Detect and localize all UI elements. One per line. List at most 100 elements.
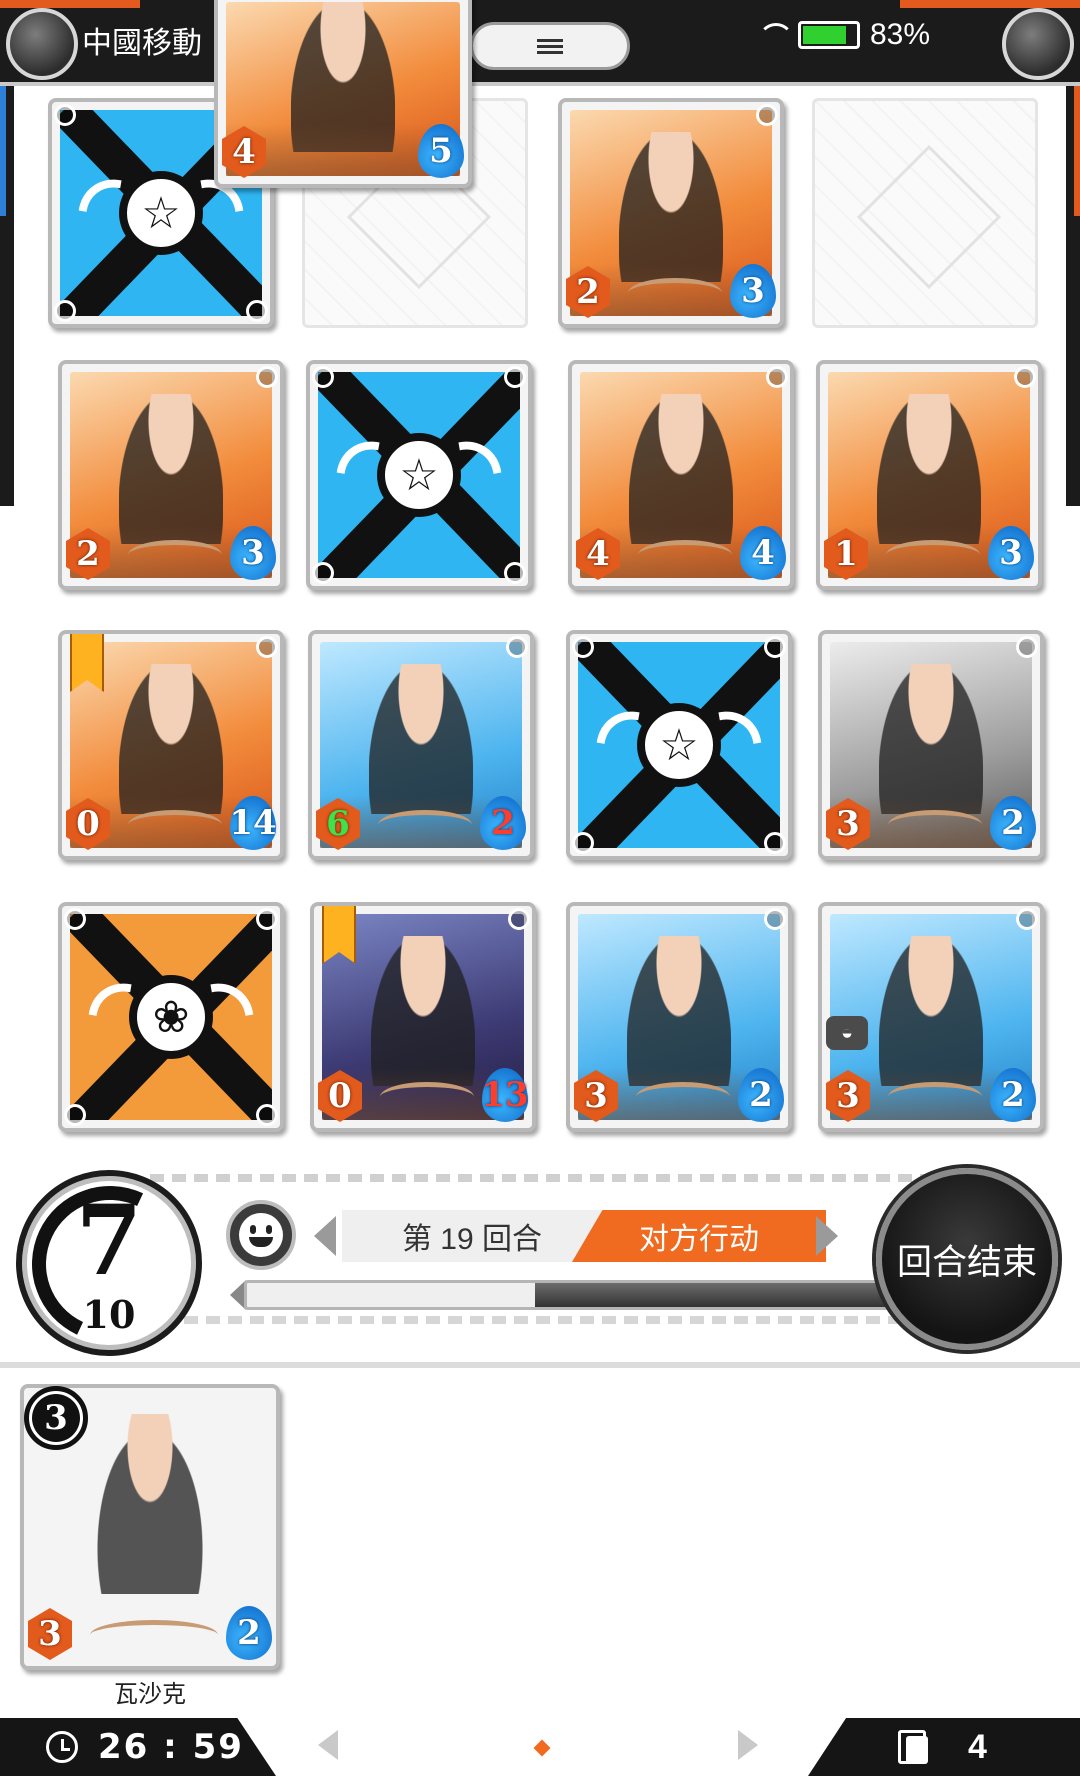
carrier-name: 中國移動 bbox=[82, 26, 202, 61]
character-portrait bbox=[371, 936, 475, 1086]
mask-icon: ◒ bbox=[826, 1016, 868, 1050]
clock-icon bbox=[46, 1731, 78, 1763]
card-back: ❀ bbox=[70, 914, 272, 1120]
mana-current: 7 bbox=[75, 1184, 143, 1297]
cost-value: 3 bbox=[32, 1394, 80, 1442]
deck-icon bbox=[898, 1730, 928, 1764]
minion-card[interactable]: 23 bbox=[58, 360, 284, 590]
card-back: ☆ bbox=[578, 642, 780, 848]
hand-page-indicator bbox=[533, 1739, 551, 1757]
minion-card[interactable]: 23 bbox=[558, 98, 784, 328]
player-emblem-left[interactable] bbox=[6, 8, 78, 80]
chevron-right-icon bbox=[816, 1216, 838, 1256]
game-clock: 26 : 59 bbox=[0, 1718, 276, 1776]
card-ornament bbox=[636, 1082, 730, 1112]
face-down-card[interactable]: ☆ bbox=[566, 630, 792, 860]
card-ornament bbox=[378, 810, 472, 840]
empty-board-slot[interactable] bbox=[812, 98, 1038, 328]
corner-star-icon bbox=[1014, 366, 1036, 388]
control-strip: 7 10 第 19 回合 对方行动 回合结束 bbox=[0, 1148, 1080, 1364]
timer-track bbox=[244, 1280, 890, 1310]
card-ornament bbox=[888, 810, 982, 840]
hand-prev-arrow-icon[interactable] bbox=[318, 1730, 338, 1760]
corner-star-icon bbox=[764, 908, 786, 930]
minion-card[interactable]: 32 bbox=[566, 902, 792, 1132]
minion-card[interactable]: 32 bbox=[818, 630, 1044, 860]
card-ornament bbox=[380, 1082, 474, 1112]
corner-star-icon bbox=[504, 366, 526, 388]
dragged-card[interactable]: 4 5 bbox=[214, 0, 472, 188]
card-ornament bbox=[128, 810, 222, 840]
character-portrait bbox=[879, 664, 983, 814]
deck-counter[interactable]: 4 bbox=[808, 1718, 1080, 1776]
mana-counter: 7 10 bbox=[10, 1164, 210, 1364]
turn-timer bbox=[230, 1274, 890, 1316]
minion-card[interactable]: 44 bbox=[568, 360, 794, 590]
frame-left-accent bbox=[0, 86, 6, 216]
battery-level bbox=[802, 26, 847, 44]
menu-icon bbox=[537, 36, 563, 57]
corner-star-icon bbox=[54, 104, 76, 126]
corner-star-icon bbox=[1016, 636, 1038, 658]
mana-max: 10 bbox=[82, 1292, 136, 1337]
hand-divider bbox=[0, 1362, 1080, 1368]
battery-percent: 83% bbox=[869, 18, 930, 51]
corner-star-icon bbox=[256, 1104, 278, 1126]
hand-card[interactable]: 3 3 2 bbox=[20, 1384, 280, 1670]
minion-card[interactable]: 0 13 bbox=[310, 902, 536, 1132]
status-bar: 中國移動 83% bbox=[0, 0, 1080, 86]
wifi-icon bbox=[757, 23, 794, 47]
turn-number: 第 19 回合 bbox=[342, 1210, 602, 1262]
battery-icon bbox=[797, 21, 860, 49]
opponent-emblem-right[interactable] bbox=[1002, 8, 1074, 80]
card-ornament bbox=[888, 1082, 982, 1112]
menu-button[interactable] bbox=[470, 22, 630, 70]
corner-star-icon bbox=[756, 104, 778, 126]
star-emblem-icon: ☆ bbox=[344, 400, 494, 550]
health-value: 13 bbox=[481, 1068, 529, 1122]
corner-star-icon bbox=[64, 908, 86, 930]
accent-strip-left bbox=[0, 0, 140, 8]
frame-right-accent bbox=[1074, 86, 1080, 216]
minion-card[interactable]: 13 bbox=[816, 360, 1042, 590]
face-down-card[interactable]: ❀ bbox=[58, 902, 284, 1132]
corner-star-icon bbox=[766, 366, 788, 388]
rail-decoration bbox=[150, 1174, 930, 1182]
corner-star-icon bbox=[256, 636, 278, 658]
character-portrait bbox=[119, 664, 223, 814]
corner-star-icon bbox=[764, 636, 786, 658]
face-down-card[interactable]: ☆ bbox=[306, 360, 532, 590]
card-ornament bbox=[128, 540, 222, 570]
bottom-bar: 26 : 59 4 bbox=[0, 1718, 1080, 1776]
corner-star-icon bbox=[246, 300, 268, 322]
card-ornament bbox=[886, 540, 980, 570]
health-value: 14 bbox=[229, 796, 277, 850]
turn-indicator: 第 19 回合 对方行动 bbox=[314, 1206, 838, 1266]
minion-card[interactable]: 62 bbox=[308, 630, 534, 860]
accent-strip-right bbox=[900, 0, 1080, 8]
corner-star-icon bbox=[256, 366, 278, 388]
star-emblem-icon: ☆ bbox=[604, 670, 754, 820]
rail-decoration bbox=[140, 1316, 940, 1324]
minion-card[interactable]: ◒ 3 2 bbox=[818, 902, 1044, 1132]
end-turn-button[interactable]: 回合结束 bbox=[876, 1168, 1058, 1350]
corner-star-icon bbox=[256, 908, 278, 930]
smiley-icon bbox=[239, 1213, 283, 1257]
corner-star-icon bbox=[764, 832, 786, 854]
corner-star-icon bbox=[64, 1104, 86, 1126]
character-portrait bbox=[119, 394, 223, 544]
character-portrait bbox=[629, 394, 733, 544]
corner-star-icon bbox=[572, 636, 594, 658]
hand-next-arrow-icon[interactable] bbox=[738, 1730, 758, 1760]
timer-fill bbox=[535, 1283, 887, 1307]
corner-star-icon bbox=[54, 300, 76, 322]
corner-star-icon bbox=[506, 636, 528, 658]
emote-button[interactable] bbox=[226, 1200, 296, 1270]
minion-card[interactable]: 0 14 bbox=[58, 630, 284, 860]
attack-value: 3 bbox=[28, 1608, 72, 1660]
character-portrait bbox=[369, 664, 473, 814]
corner-star-icon bbox=[508, 908, 530, 930]
character-portrait bbox=[627, 936, 731, 1086]
chevron-left-icon bbox=[314, 1216, 336, 1256]
card-back: ☆ bbox=[318, 372, 520, 578]
